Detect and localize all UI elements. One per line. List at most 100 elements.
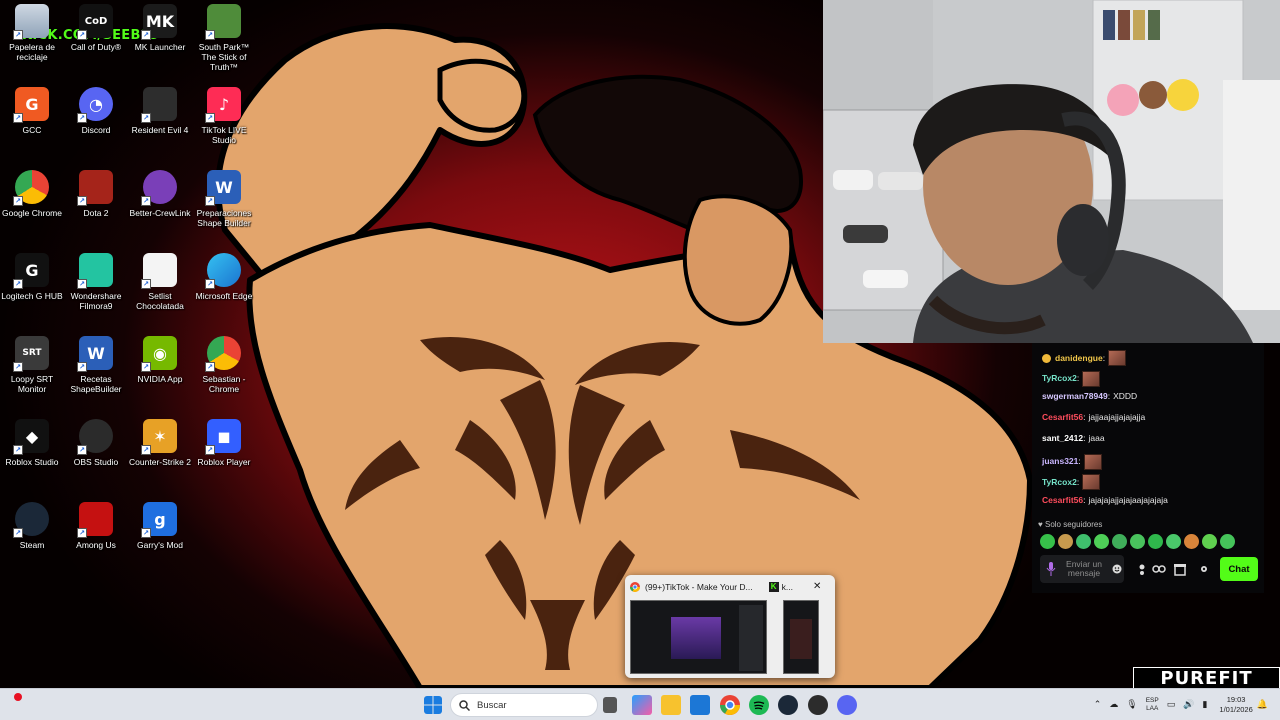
keyboard-layout: LAA [1146,705,1159,712]
chat-username[interactable]: danidengue [1055,353,1103,364]
store-icon[interactable] [1173,562,1187,576]
desktop-icon-label: Resident Evil 4 [131,125,189,135]
discord-taskbar-icon[interactable] [837,695,857,715]
notifications-icon[interactable]: 🔔 [1257,700,1268,710]
kick-window-thumbnail[interactable] [783,600,819,674]
emote-shortcut-icon[interactable] [1040,534,1055,549]
spotify-icon[interactable] [749,695,769,715]
microsoft-store-icon[interactable] [690,695,710,715]
chat-message: TyRcox2: [1042,370,1101,387]
desktop-icon[interactable]: CoD ↗ Call of Duty® [64,4,128,52]
shortcut-arrow-icon: ↗ [13,445,23,455]
taskbar-window-preview[interactable]: (99+)TikTok - Make Your D... K k... ✕ [625,575,835,678]
emoji-icon[interactable] [1112,564,1122,574]
desktop-icon[interactable]: ↗ Google Chrome [0,170,64,218]
desktop-icon[interactable]: ↗ Wondershare Filmora9 [64,253,128,311]
chevron-up-icon[interactable]: ⌃ [1094,700,1102,710]
emote-shortcut-icon[interactable] [1220,534,1235,549]
desktop-icon[interactable]: ↗ Steam [0,502,64,550]
emote-shortcut-icon[interactable] [1202,534,1217,549]
chat-username[interactable]: TyRcox2 [1042,477,1077,488]
volume-icon[interactable]: 🔊 [1183,700,1194,710]
clock[interactable]: 19:03 1/01/2026 [1219,695,1252,715]
emote-shortcut-icon[interactable] [1148,534,1163,549]
task-view-icon[interactable] [603,697,617,713]
desktop-icon-label: OBS Studio [73,457,119,467]
emote-shortcut-icon[interactable] [1130,534,1145,549]
emote-shortcut-icon[interactable] [1112,534,1127,549]
chat-send-button[interactable]: Chat [1220,557,1258,581]
steam-taskbar-icon[interactable] [778,695,798,715]
taskbar-search[interactable]: Buscar [450,693,598,717]
crewlink-icon: ↗ [141,170,177,206]
chat-separator: : [1083,494,1086,505]
desktop-icon[interactable]: ◼ ↗ Roblox Player [192,419,256,467]
users-icon[interactable] [1138,562,1152,576]
tiktok-window-thumbnail[interactable] [630,600,767,674]
chat-username[interactable]: juans321 [1042,456,1078,467]
desktop-icon-label: Logitech G HUB [1,291,63,301]
desktop-icon[interactable]: ↗ Among Us [64,502,128,550]
desktop-icon[interactable]: ♪ ↗ TikTok LIVE Studio [192,87,256,145]
mk-launcher-icon: MK ↗ [141,4,177,40]
emote-shortcut-icon[interactable] [1184,534,1199,549]
desktop-icon[interactable]: ↗ Setlist Chocolatada [128,253,192,311]
emote-shortcut-icon[interactable] [1094,534,1109,549]
chat-input[interactable]: Enviar un mensaje [1040,555,1124,583]
desktop-icon[interactable]: W ↗ Preparaciones Shape Builder [192,170,256,228]
shortcut-arrow-icon: ↗ [205,196,215,206]
close-icon[interactable]: ✕ [813,581,821,592]
shortcut-arrow-icon: ↗ [77,196,87,206]
obs-taskbar-icon[interactable] [808,695,828,715]
desktop-icon[interactable]: ◉ ↗ NVIDIA App [128,336,192,384]
language-indicator[interactable]: ESP LAA [1146,697,1159,713]
chat-emote-icon [1082,474,1101,491]
chat-message: sant_2412: jaaa [1042,433,1105,444]
chat-username[interactable]: Cesarfit56 [1042,495,1083,506]
desktop-icon[interactable]: ↗ OBS Studio [64,419,128,467]
emote-shortcut-icon[interactable] [1058,534,1073,549]
desktop-icon[interactable]: g ↗ Garry's Mod [128,502,192,550]
desktop-icon[interactable]: G ↗ GCC [0,87,64,135]
chrome-taskbar-icon[interactable] [720,695,740,715]
copilot-icon[interactable] [632,695,652,715]
text-file-icon: ↗ [141,253,177,289]
microphone-icon[interactable] [1046,562,1056,576]
desktop-icon[interactable]: ↗ Papelera de reciclaje [0,4,64,62]
desktop-icon[interactable]: ↗ South Park™ The Stick of Truth™ [192,4,256,72]
shortcut-arrow-icon: ↗ [77,445,87,455]
link-icon[interactable] [1152,562,1166,576]
network-cloud-icon[interactable]: ☁ [1109,700,1118,710]
wifi-icon[interactable]: ▭ [1167,700,1176,710]
shortcut-arrow-icon: ↗ [77,30,87,40]
desktop-icon[interactable]: ✶ ↗ Counter-Strike 2 [128,419,192,467]
desktop-icon[interactable]: ↗ Microsoft Edge [192,253,256,301]
emote-shortcut-icon[interactable] [1076,534,1091,549]
desktop-icon[interactable]: G ↗ Logitech G HUB [0,253,64,301]
desktop-icon[interactable]: SRT ↗ Loopy SRT Monitor [0,336,64,394]
windows-start-icon[interactable] [424,696,442,714]
microphone-tray-icon[interactable]: 🎙 [1126,700,1137,710]
chat-username[interactable]: swgerman78949 [1042,391,1108,402]
desktop-icon[interactable]: W ↗ Recetas ShapeBuilder [64,336,128,394]
desktop-icon[interactable]: ↗ Better-CrewLink [128,170,192,218]
desktop-icon[interactable]: ◔ ↗ Discord [64,87,128,135]
chat-username[interactable]: Cesarfit56 [1042,412,1083,423]
desktop-icon[interactable]: ↗ Sebastian - Chrome [192,336,256,394]
desktop-icon[interactable]: ◆ ↗ Roblox Studio [0,419,64,467]
desktop-icon[interactable]: ↗ Dota 2 [64,170,128,218]
desktop-icon[interactable]: MK ↗ MK Launcher [128,4,192,52]
resident-evil-icon: ↗ [141,87,177,123]
desktop-icon[interactable]: ↗ Resident Evil 4 [128,87,192,135]
chat-username[interactable]: sant_2412 [1042,433,1083,444]
emote-shortcut-icon[interactable] [1166,534,1181,549]
shortcut-arrow-icon: ↗ [13,528,23,538]
shortcut-arrow-icon: ↗ [141,113,151,123]
search-icon [459,699,470,711]
chat-username[interactable]: TyRcox2 [1042,373,1077,384]
battery-icon[interactable]: ▮ [1202,700,1207,710]
shortcut-arrow-icon: ↗ [141,528,151,538]
settings-icon[interactable] [1197,562,1211,576]
chrome-profile-icon: ↗ [205,336,241,372]
file-explorer-icon[interactable] [661,695,681,715]
